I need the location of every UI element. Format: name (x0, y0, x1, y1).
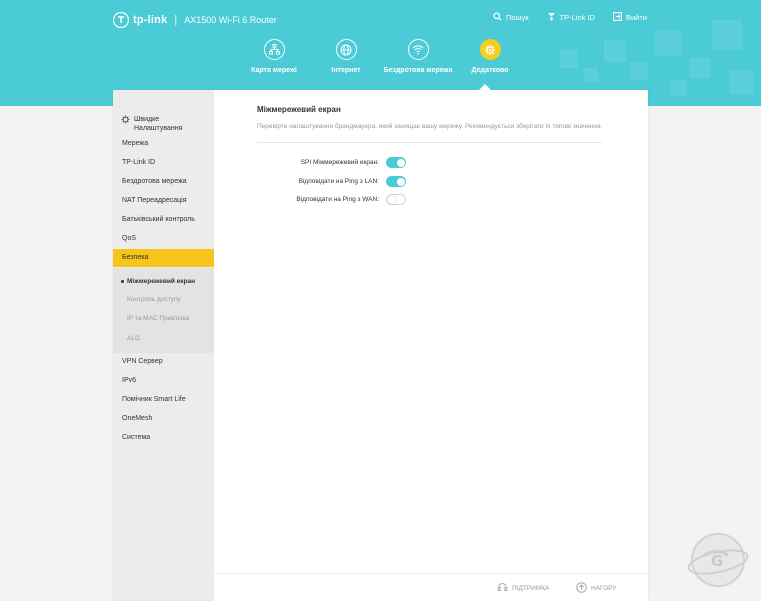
bg-pattern (730, 70, 754, 94)
nav-internet[interactable]: Інтернет (310, 39, 382, 75)
nav-network-map-label: Карта мережі (251, 67, 297, 74)
subitem-access-control[interactable]: Контроль доступу (113, 293, 214, 307)
bg-pattern (690, 58, 710, 78)
support-icon (497, 582, 508, 595)
sidebar-item-nat[interactable]: NAT Переадресація (113, 192, 214, 210)
nav-network-map[interactable]: Карта мережі (238, 39, 310, 75)
nav-advanced-label: Додатково (471, 67, 509, 74)
quick-setup-label: Швидке Налаштування (134, 116, 183, 132)
main-nav: Карта мережі Інтернет Бездротова мережа … (238, 39, 526, 75)
gear-icon (479, 39, 501, 60)
wifi-icon (407, 39, 429, 60)
logout-label: Вийти (625, 13, 647, 22)
page-description: Перевірте налаштування брандмауера, який… (257, 123, 603, 130)
quick-setup-link[interactable]: Швидке Налаштування (121, 115, 194, 133)
bg-pattern (655, 30, 681, 56)
arrow-up-icon (576, 582, 587, 595)
setting-spi-firewall: SPI Міжмережевий екран: (214, 156, 648, 170)
bg-pattern (560, 50, 578, 68)
sidebar-item-security[interactable]: Безпека (113, 249, 214, 267)
subitem-firewall[interactable]: Міжмережевий екран (113, 275, 214, 289)
sidebar-item-wireless[interactable]: Бездротова мережа (113, 173, 214, 191)
main-panel: Швидке Налаштування Мережа TP-Link ID Бе… (113, 90, 648, 601)
brand-name: tp-link (133, 14, 168, 26)
quick-setup-icon (121, 115, 130, 127)
subitem-alg[interactable]: ALG (113, 332, 214, 346)
support-label: ПІДТРИМКА (512, 585, 550, 592)
sidebar-item-tplink-id[interactable]: TP-Link ID (113, 154, 214, 172)
bg-pattern (630, 62, 648, 80)
svg-text:G: G (711, 552, 723, 570)
setting-label: Відповідати на Ping з LAN: (298, 178, 379, 185)
sidebar-item-smart-life[interactable]: Помічник Smart Life (113, 391, 214, 409)
ping-lan-toggle[interactable] (386, 176, 406, 187)
setting-label: SPI Міжмережевий екран: (300, 159, 379, 166)
search-icon (493, 12, 502, 23)
bg-pattern (670, 80, 686, 96)
setting-ping-wan: Відповідати на Ping з WAN: (214, 193, 648, 207)
sidebar-item-onemesh[interactable]: OneMesh (113, 410, 214, 428)
search-label: Пошук (505, 13, 529, 22)
bg-pattern (584, 68, 598, 82)
sidebar-item-qos[interactable]: QoS (113, 230, 214, 248)
tplink-id-label: TP-Link ID (559, 13, 595, 22)
logout-link[interactable]: Вийти (613, 12, 647, 23)
watermark-logo: G (680, 530, 754, 592)
bg-pattern (712, 20, 742, 50)
brand: tp-link | AX1500 Wi-Fi 6 Router (113, 10, 277, 30)
page-title: Міжмережевий екран (257, 105, 341, 114)
divider (257, 142, 602, 143)
spi-firewall-toggle[interactable] (386, 157, 406, 168)
sidebar: Швидке Налаштування Мережа TP-Link ID Бе… (113, 90, 214, 600)
network-map-icon (263, 39, 285, 60)
footer: ПІДТРИМКА НАГОРУ (214, 573, 648, 601)
sidebar-item-system[interactable]: Система (113, 429, 214, 447)
sidebar-item-network[interactable]: Мережа (113, 135, 214, 153)
user-icon (547, 12, 556, 23)
support-link[interactable]: ПІДТРИМКА (497, 582, 549, 595)
sidebar-item-parental[interactable]: Батьківський контроль (113, 211, 214, 229)
tplink-id-link[interactable]: TP-Link ID (547, 12, 595, 23)
nav-advanced[interactable]: Додатково (454, 39, 526, 75)
tp-link-logo-icon (113, 12, 129, 28)
back-to-top-link[interactable]: НАГОРУ (576, 582, 617, 595)
active-dot (121, 279, 124, 283)
nav-wireless-label: Бездротова мережа (383, 67, 453, 74)
setting-ping-lan: Відповідати на Ping з LAN: (214, 175, 648, 189)
nav-internet-label: Інтернет (331, 67, 361, 74)
globe-icon (335, 39, 357, 60)
router-model: AX1500 Wi-Fi 6 Router (184, 15, 277, 25)
content-area: Міжмережевий екран Перевірте налаштуванн… (214, 90, 648, 600)
brand-separator: | (174, 14, 178, 26)
back-to-top-label: НАГОРУ (591, 585, 617, 592)
ping-wan-toggle[interactable] (386, 194, 406, 205)
sidebar-item-vpn[interactable]: VPN Сервер (113, 353, 214, 371)
nav-wireless[interactable]: Бездротова мережа (382, 39, 454, 75)
bg-pattern (604, 40, 626, 62)
subitem-ip-mac-binding[interactable]: IP та MAC Прив'язка (113, 312, 214, 326)
logout-icon (613, 12, 622, 23)
search-link[interactable]: Пошук (493, 12, 529, 23)
header-links: Пошук TP-Link ID Вийти (493, 12, 647, 23)
setting-label: Відповідати на Ping з WAN: (296, 196, 379, 203)
subitem-firewall-label: Міжмережевий екран (127, 278, 196, 285)
sidebar-item-ipv6[interactable]: IPv6 (113, 372, 214, 390)
